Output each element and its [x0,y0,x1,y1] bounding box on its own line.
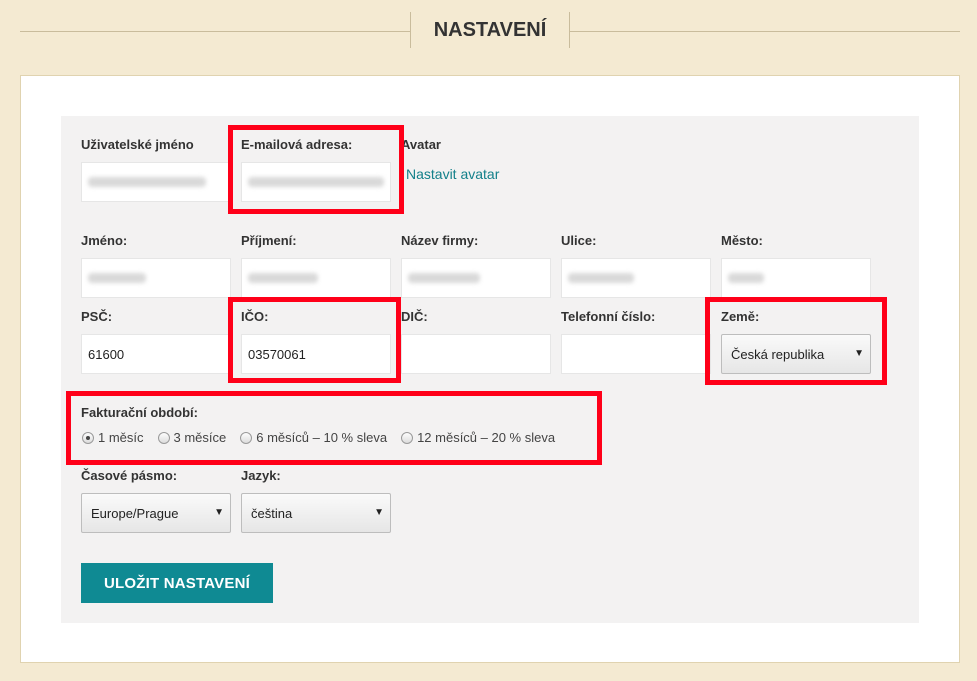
save-settings-button[interactable]: ULOŽIT NASTAVENÍ [81,563,273,603]
street-blurred-value [568,273,634,283]
zip-label: PSČ: [81,309,113,324]
billing-option-3-months[interactable]: 3 měsíce [157,430,227,445]
first-name-blurred-value [88,273,146,283]
timezone-label: Časové pásmo: [81,468,178,483]
last-name-input[interactable] [241,258,391,298]
billing-period-label: Fakturační období: [81,405,198,420]
set-avatar-link[interactable]: Nastavit avatar [406,166,499,182]
phone-label: Telefonní číslo: [561,309,656,324]
username-blurred-value [88,177,206,187]
billing-option-12-months[interactable]: 12 měsíců – 20 % sleva [401,430,555,445]
username-label: Uživatelské jméno [81,137,194,152]
first-name-input[interactable] [81,258,231,298]
company-label: Název firmy: [401,233,479,248]
radio-icon[interactable] [401,431,414,444]
phone-input[interactable] [561,334,711,374]
radio-selected-icon[interactable] [82,431,94,444]
language-select-value: čeština [251,505,293,521]
zip-input[interactable]: 61600 [81,334,231,374]
last-name-label: Příjmení: [241,233,297,248]
language-select[interactable]: čeština ▼ [241,493,391,533]
country-select[interactable]: Česká republika ▼ [721,334,871,374]
timezone-select-value: Europe/Prague [91,505,179,521]
country-select-value: Česká republika [731,346,825,362]
ico-label: IČO: [241,309,269,324]
chevron-down-icon: ▼ [854,348,864,359]
email-blurred-value [248,177,384,187]
language-label: Jazyk: [241,468,281,483]
billing-option-label: 12 měsíců – 20 % sleva [417,430,556,445]
timezone-select[interactable]: Europe/Prague ▼ [81,493,231,533]
billing-option-1-month[interactable]: 1 měsíc [82,430,144,445]
street-input[interactable] [561,258,711,298]
email-input[interactable] [241,162,391,202]
dic-label: DIČ: [401,309,428,324]
radio-icon[interactable] [240,431,253,444]
first-name-label: Jméno: [81,233,128,248]
billing-period-radio-group: 1 měsíc 3 měsíce 6 měsíců – 10 % sleva 1… [82,430,569,445]
header-divider-right [570,31,960,32]
billing-option-label: 6 měsíců – 10 % sleva [256,430,388,445]
chevron-down-icon: ▼ [214,507,224,518]
street-label: Ulice: [561,233,597,248]
billing-option-6-months[interactable]: 6 měsíců – 10 % sleva [240,430,387,445]
page-title: NASTAVENÍ [410,12,570,48]
header-divider-left [20,31,410,32]
email-label: E-mailová adresa: [241,137,353,152]
country-label: Země: [721,309,760,324]
company-blurred-value [408,273,480,283]
city-input[interactable] [721,258,871,298]
city-label: Město: [721,233,763,248]
avatar-label: Avatar [401,137,441,152]
last-name-blurred-value [248,273,318,283]
username-input[interactable] [81,162,231,202]
billing-option-label: 1 měsíc [98,430,144,445]
city-blurred-value [728,273,764,283]
ico-input[interactable]: 03570061 [241,334,391,374]
company-input[interactable] [401,258,551,298]
billing-option-label: 3 měsíce [173,430,227,445]
dic-input[interactable] [401,334,551,374]
chevron-down-icon: ▼ [374,507,384,518]
radio-icon[interactable] [157,431,170,444]
